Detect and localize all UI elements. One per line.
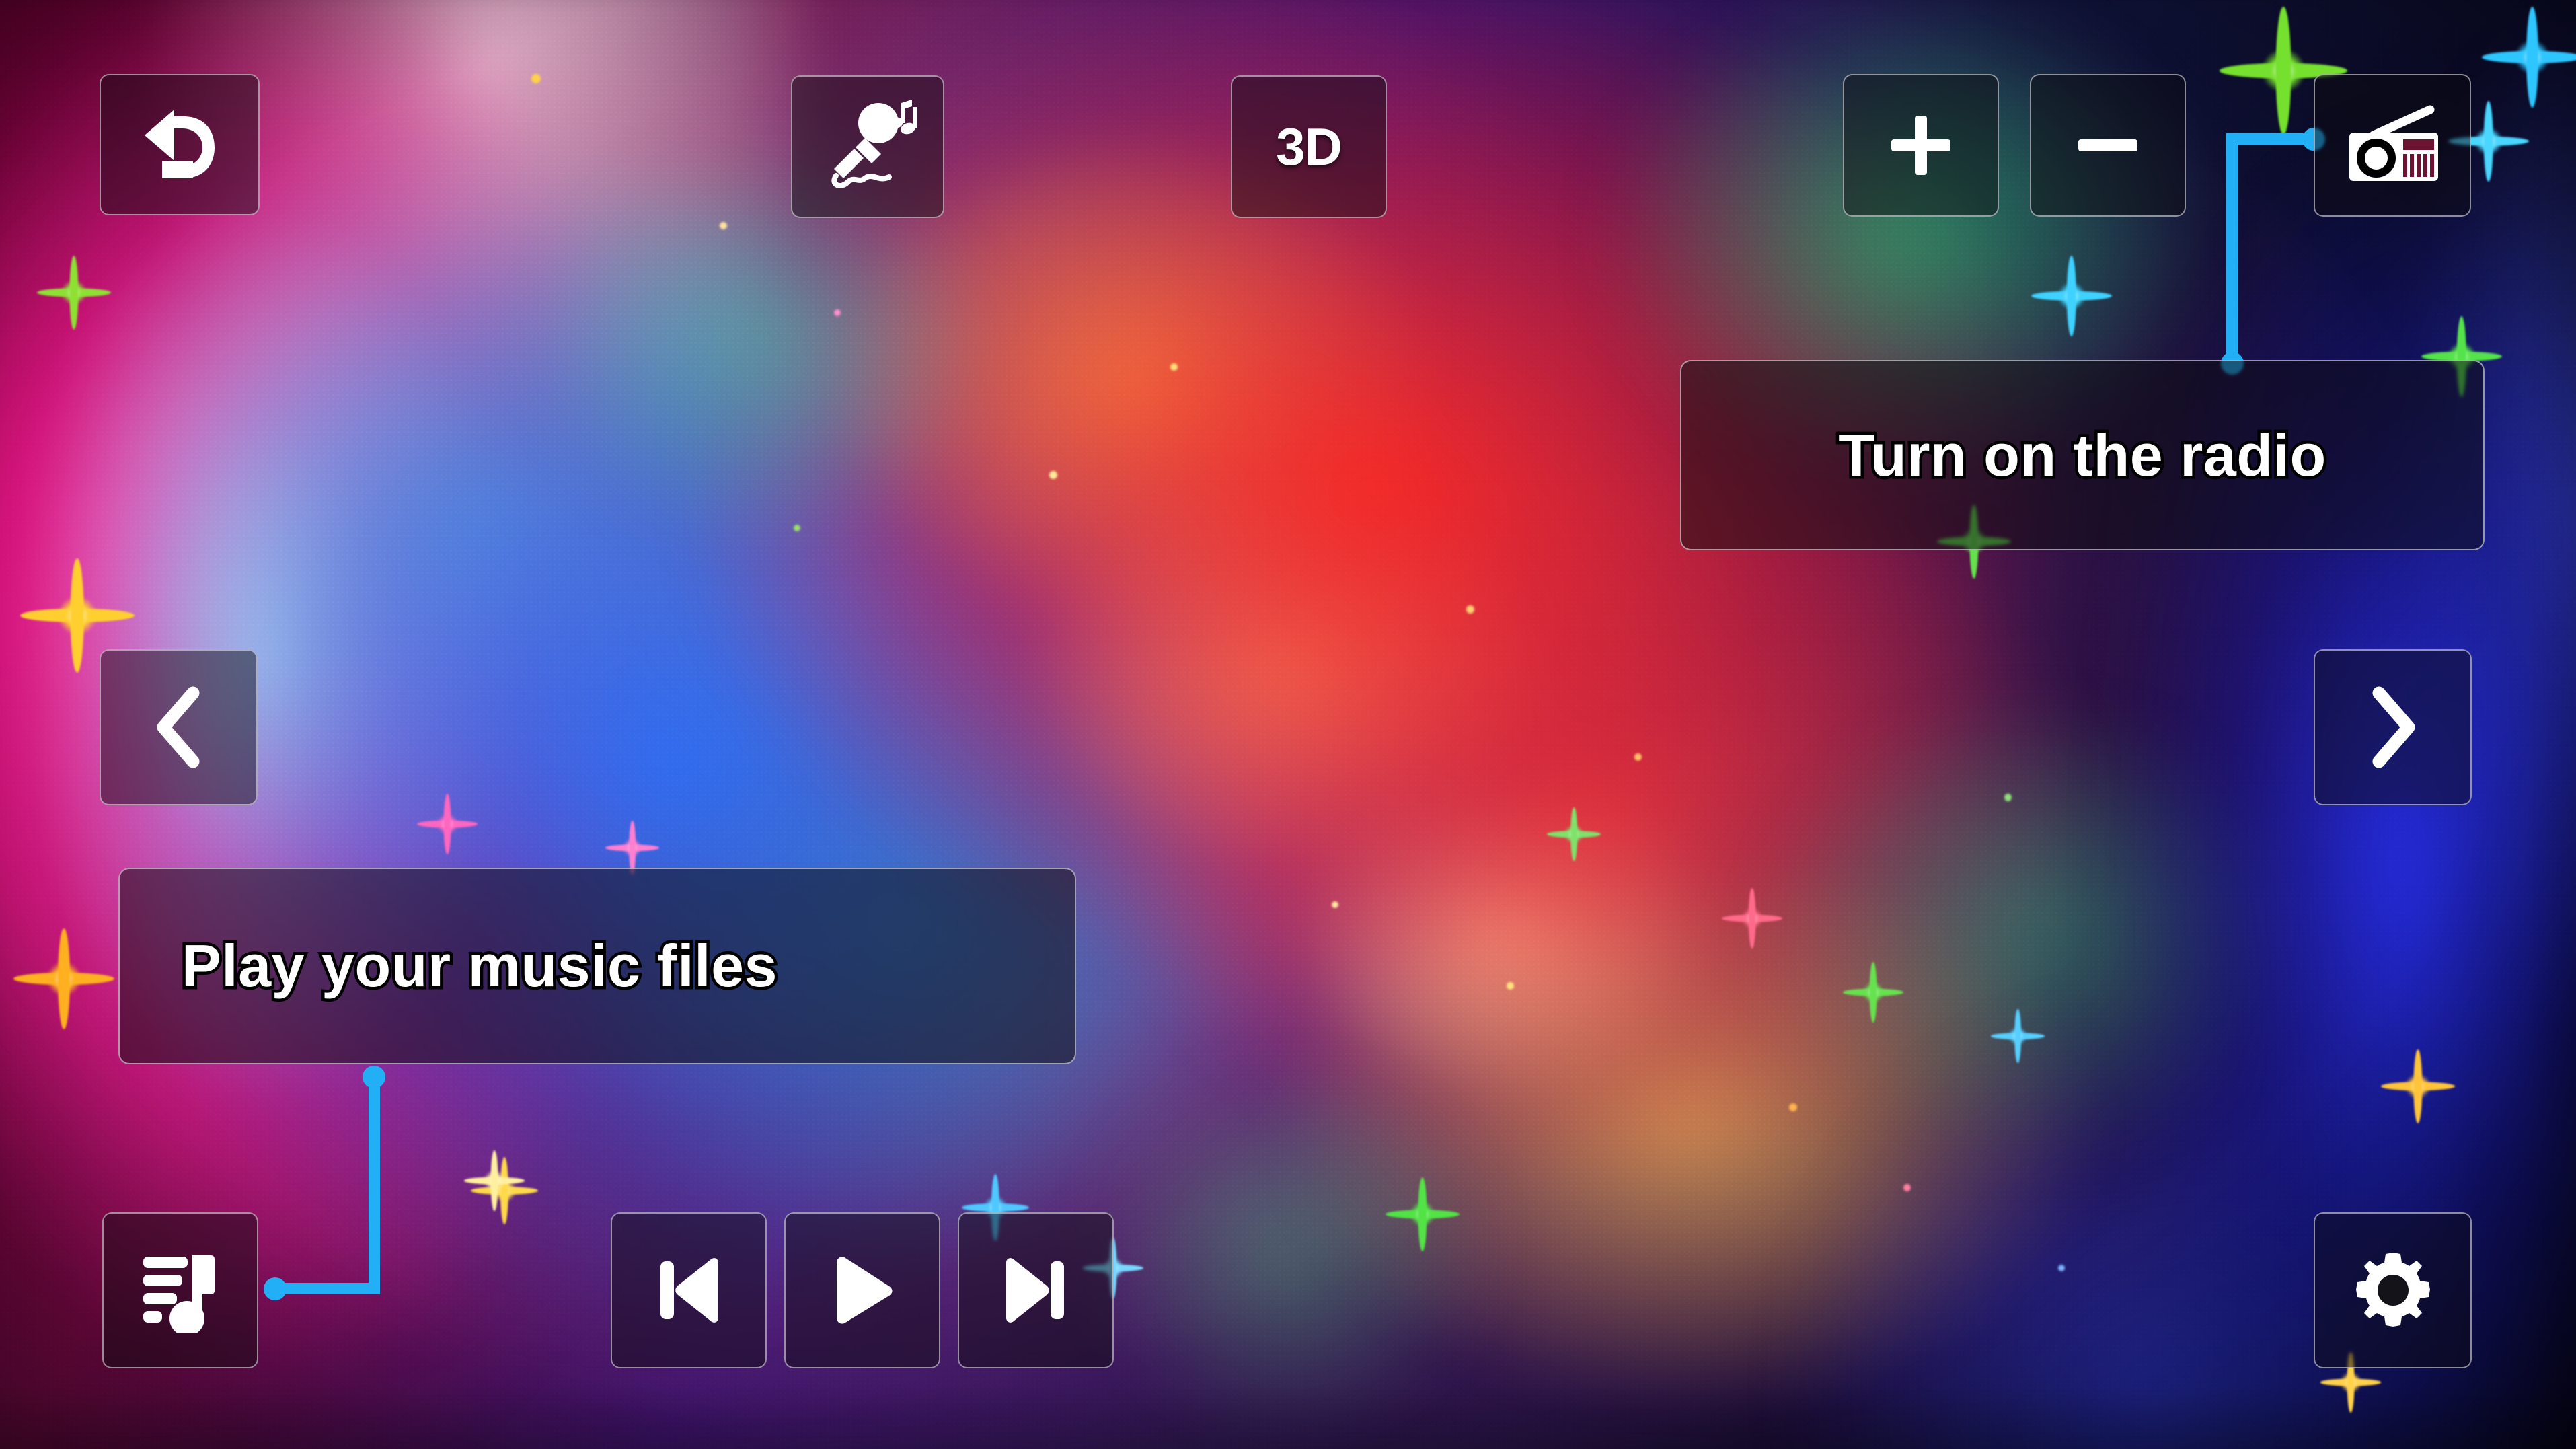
radio-tooltip-text: Turn on the radio xyxy=(1838,426,2326,485)
playlist-tooltip: Play your music files xyxy=(118,868,1076,1064)
playlist-button[interactable] xyxy=(102,1212,258,1368)
3d-label: 3D xyxy=(1276,116,1342,178)
playlist-tooltip-text: Play your music files xyxy=(182,936,778,996)
radio-tooltip: Turn on the radio xyxy=(1680,360,2485,550)
radio-button[interactable] xyxy=(2314,74,2471,217)
playlist-music-icon xyxy=(139,1247,221,1333)
chevron-right-icon xyxy=(2363,685,2423,770)
back-button[interactable] xyxy=(100,74,260,215)
plus-icon xyxy=(1885,109,1957,182)
next-page-button[interactable] xyxy=(2314,649,2472,805)
radio-icon xyxy=(2341,103,2444,188)
settings-button[interactable] xyxy=(2314,1212,2472,1368)
volume-up-button[interactable] xyxy=(1843,74,1999,217)
next-track-button[interactable] xyxy=(958,1212,1114,1368)
karaoke-microphone-icon xyxy=(814,96,921,197)
back-arrow-icon xyxy=(139,108,220,181)
chevron-left-icon xyxy=(149,685,209,770)
skip-previous-icon xyxy=(654,1256,724,1325)
karaoke-button[interactable] xyxy=(791,75,944,218)
3d-effect-button[interactable]: 3D xyxy=(1231,75,1387,218)
volume-down-button[interactable] xyxy=(2030,74,2186,217)
minus-icon xyxy=(2072,109,2144,182)
previous-page-button[interactable] xyxy=(100,649,258,805)
play-button[interactable] xyxy=(784,1212,940,1368)
play-icon xyxy=(827,1255,897,1326)
gear-icon xyxy=(2351,1249,2435,1332)
skip-next-icon xyxy=(1001,1256,1071,1325)
previous-track-button[interactable] xyxy=(611,1212,767,1368)
player-screen: 3D Turn on the radio Play your music fil… xyxy=(0,0,2576,1449)
